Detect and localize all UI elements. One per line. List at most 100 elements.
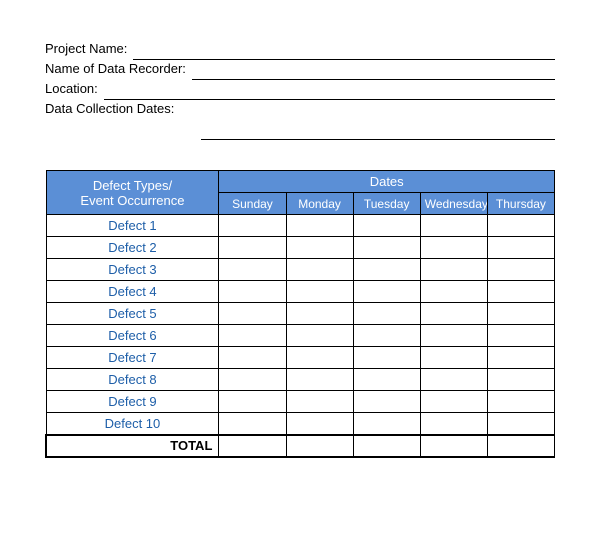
cell[interactable] — [487, 303, 554, 325]
defect-name: Defect 6 — [46, 325, 219, 347]
defect-name: Defect 2 — [46, 237, 219, 259]
cell[interactable] — [487, 369, 554, 391]
cell[interactable] — [353, 325, 420, 347]
cell[interactable] — [420, 369, 487, 391]
cell[interactable] — [219, 237, 286, 259]
cell[interactable] — [219, 215, 286, 237]
header-defect-line1: Defect Types/ — [93, 178, 172, 193]
cell[interactable] — [487, 281, 554, 303]
info-line-project[interactable] — [133, 45, 555, 60]
defect-name: Defect 3 — [46, 259, 219, 281]
info-label-recorder: Name of Data Recorder: — [45, 59, 190, 80]
total-label: TOTAL — [46, 435, 219, 457]
info-row-project: Project Name: — [45, 40, 555, 60]
table-row: Defect 4 — [46, 281, 555, 303]
cell[interactable] — [353, 347, 420, 369]
cell[interactable] — [286, 281, 353, 303]
cell[interactable] — [420, 325, 487, 347]
cell[interactable] — [353, 369, 420, 391]
cell[interactable] — [353, 413, 420, 435]
cell[interactable] — [353, 259, 420, 281]
cell[interactable] — [487, 259, 554, 281]
header-day-monday: Monday — [286, 193, 353, 215]
cell[interactable] — [286, 369, 353, 391]
defect-name: Defect 7 — [46, 347, 219, 369]
cell[interactable] — [487, 391, 554, 413]
defect-name: Defect 4 — [46, 281, 219, 303]
defect-name: Defect 8 — [46, 369, 219, 391]
info-line-dates[interactable] — [201, 125, 555, 140]
total-cell — [286, 435, 353, 457]
cell[interactable] — [353, 391, 420, 413]
total-cell — [353, 435, 420, 457]
cell[interactable] — [487, 347, 554, 369]
info-label-dates: Data Collection Dates: — [45, 99, 178, 120]
table-row: Defect 8 — [46, 369, 555, 391]
cell[interactable] — [286, 237, 353, 259]
cell[interactable] — [420, 347, 487, 369]
info-row-recorder: Name of Data Recorder: — [45, 60, 555, 80]
table-row-total: TOTAL — [46, 435, 555, 457]
header-day-tuesday: Tuesday — [353, 193, 420, 215]
cell[interactable] — [420, 413, 487, 435]
cell[interactable] — [420, 281, 487, 303]
cell[interactable] — [487, 325, 554, 347]
header-day-sunday: Sunday — [219, 193, 286, 215]
cell[interactable] — [219, 281, 286, 303]
table-row: Defect 5 — [46, 303, 555, 325]
tally-table: Defect Types/ Event Occurrence Dates Sun… — [45, 170, 555, 458]
table-row: Defect 7 — [46, 347, 555, 369]
info-row-location: Location: — [45, 80, 555, 100]
cell[interactable] — [219, 303, 286, 325]
cell[interactable] — [353, 281, 420, 303]
cell[interactable] — [219, 325, 286, 347]
cell[interactable] — [286, 413, 353, 435]
cell[interactable] — [487, 215, 554, 237]
tally-body: Defect 1 Defect 2 Defect 3 Defect 4 Defe… — [46, 215, 555, 457]
table-row: Defect 6 — [46, 325, 555, 347]
table-row: Defect 1 — [46, 215, 555, 237]
cell[interactable] — [353, 303, 420, 325]
header-defect-line2: Event Occurrence — [80, 193, 184, 208]
info-line-recorder[interactable] — [192, 65, 555, 80]
total-cell — [420, 435, 487, 457]
header-defect-types: Defect Types/ Event Occurrence — [46, 171, 219, 215]
cell[interactable] — [420, 237, 487, 259]
cell[interactable] — [420, 259, 487, 281]
cell[interactable] — [286, 347, 353, 369]
info-line-location[interactable] — [104, 85, 555, 100]
defect-name: Defect 5 — [46, 303, 219, 325]
cell[interactable] — [219, 413, 286, 435]
cell[interactable] — [219, 391, 286, 413]
info-label-location: Location: — [45, 79, 102, 100]
page: Project Name: Name of Data Recorder: Loc… — [0, 0, 600, 478]
cell[interactable] — [286, 259, 353, 281]
table-row: Defect 10 — [46, 413, 555, 435]
total-cell — [487, 435, 554, 457]
info-label-project: Project Name: — [45, 39, 131, 60]
total-cell — [219, 435, 286, 457]
cell[interactable] — [420, 391, 487, 413]
header-day-wednesday: Wednesday — [420, 193, 487, 215]
defect-name: Defect 9 — [46, 391, 219, 413]
cell[interactable] — [487, 237, 554, 259]
cell[interactable] — [353, 237, 420, 259]
cell[interactable] — [420, 303, 487, 325]
cell[interactable] — [219, 347, 286, 369]
cell[interactable] — [286, 325, 353, 347]
cell[interactable] — [286, 215, 353, 237]
table-row: Defect 2 — [46, 237, 555, 259]
info-row-dates: Data Collection Dates: — [45, 100, 555, 120]
cell[interactable] — [353, 215, 420, 237]
info-row-dates-line — [45, 120, 555, 140]
defect-name: Defect 1 — [46, 215, 219, 237]
header-day-thursday: Thursday — [487, 193, 554, 215]
info-block: Project Name: Name of Data Recorder: Loc… — [45, 40, 555, 140]
cell[interactable] — [219, 259, 286, 281]
cell[interactable] — [286, 303, 353, 325]
cell[interactable] — [487, 413, 554, 435]
cell[interactable] — [420, 215, 487, 237]
cell[interactable] — [219, 369, 286, 391]
cell[interactable] — [286, 391, 353, 413]
table-row: Defect 9 — [46, 391, 555, 413]
